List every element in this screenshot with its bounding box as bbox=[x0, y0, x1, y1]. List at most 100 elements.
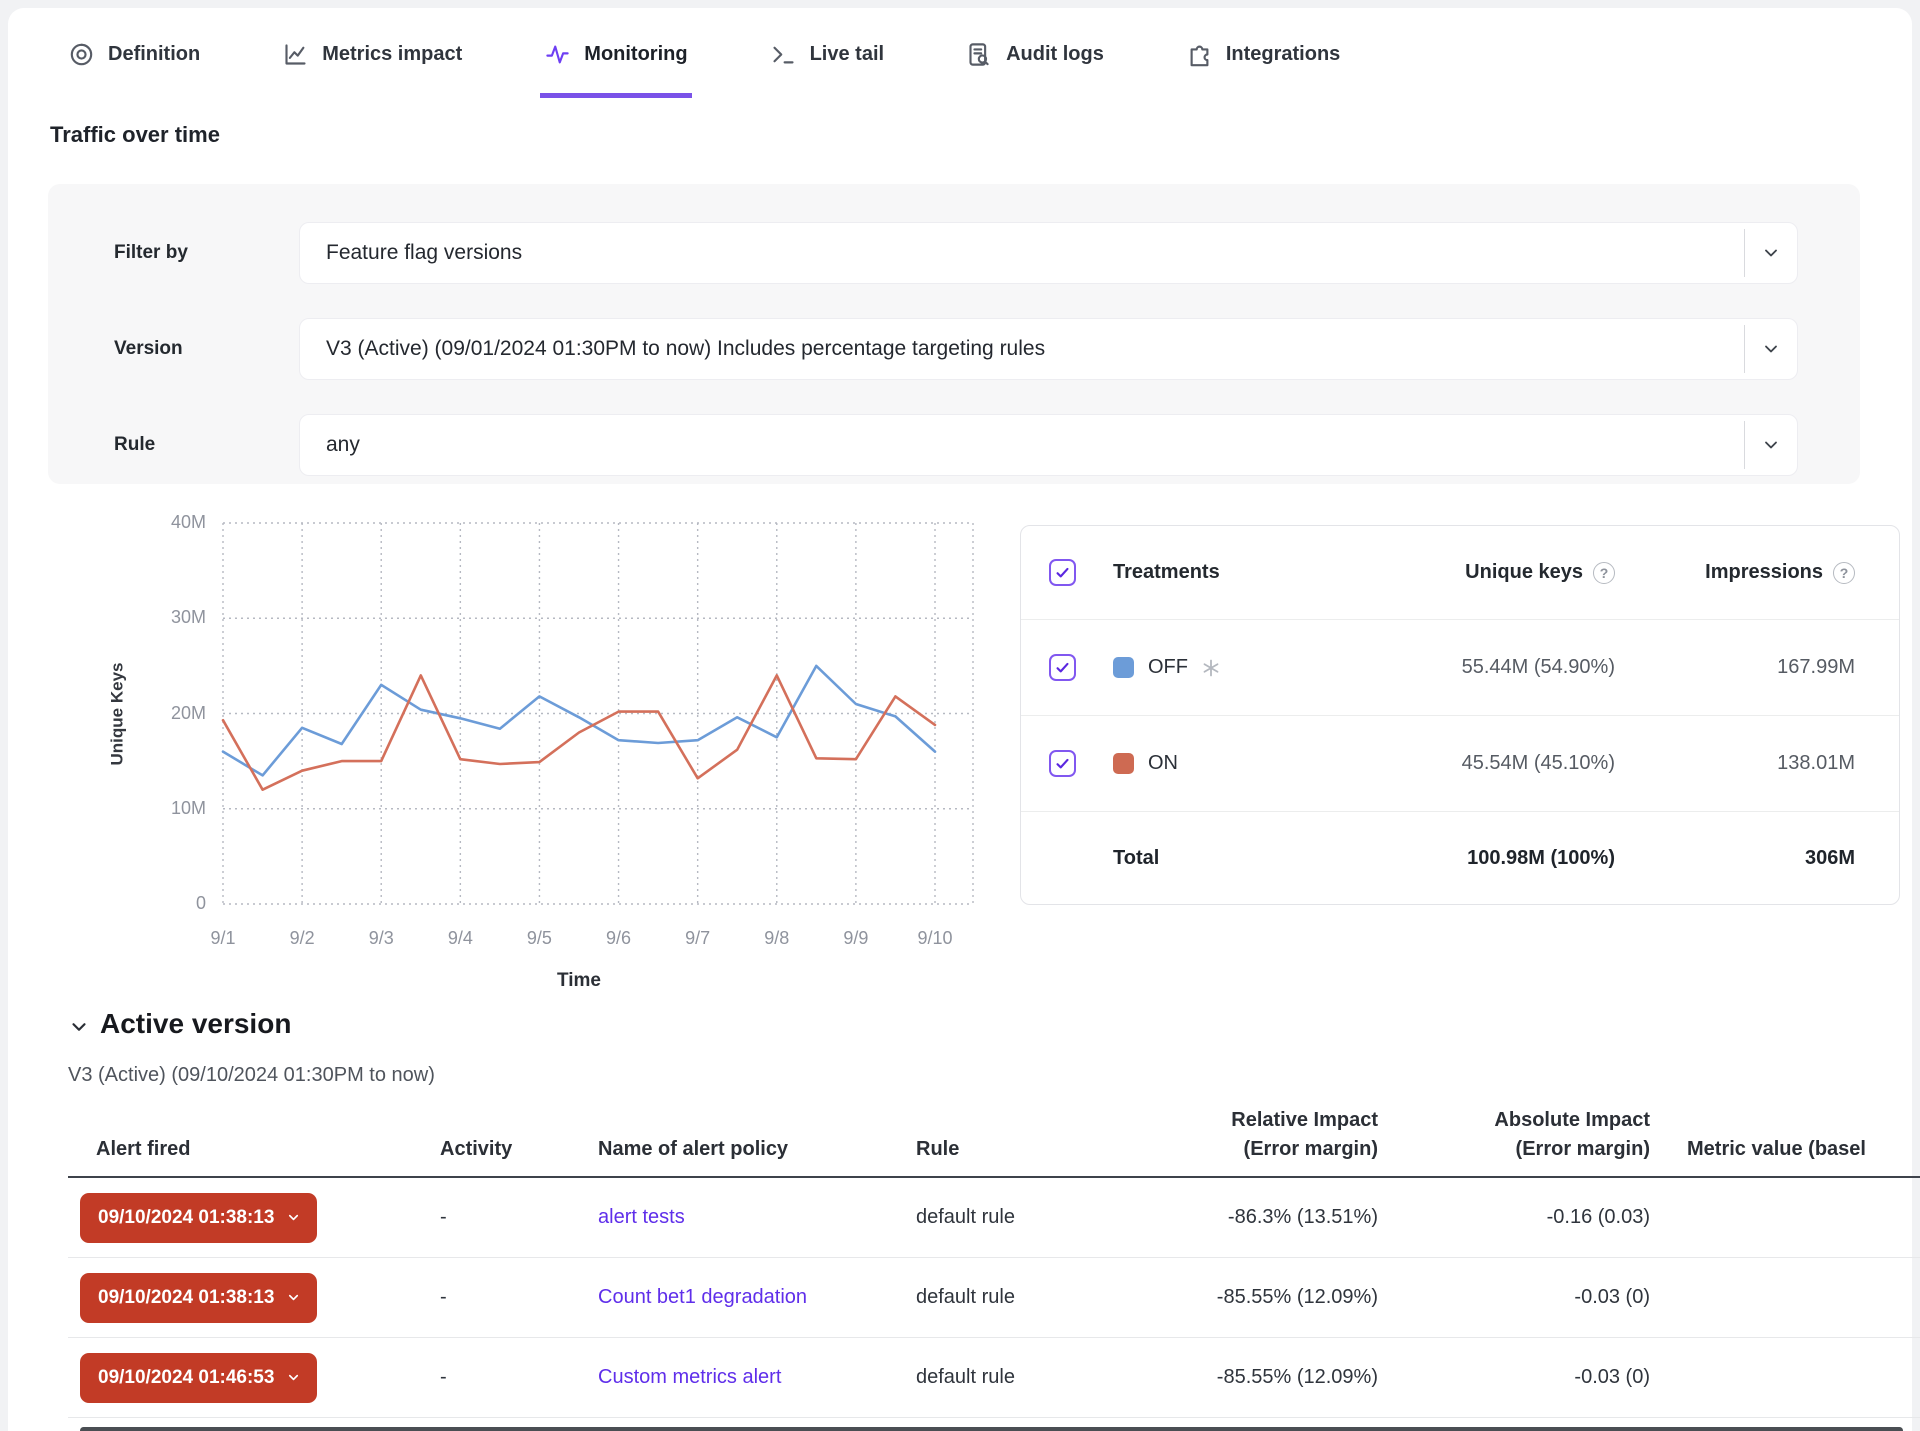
impressions-help-icon[interactable]: ? bbox=[1833, 562, 1855, 584]
total-unique-keys: 100.98M (100%) bbox=[1305, 847, 1615, 870]
active-version-header[interactable]: Active version bbox=[68, 1008, 291, 1040]
on-checkbox[interactable] bbox=[1049, 750, 1113, 777]
chevron-down-icon[interactable] bbox=[1745, 243, 1797, 263]
select-all-checkbox[interactable] bbox=[1049, 559, 1113, 586]
chevron-down-icon bbox=[286, 1370, 301, 1385]
alert-row: 09/10/2024 01:38:13 - alert tests defaul… bbox=[68, 1178, 1920, 1258]
total-label: Total bbox=[1113, 847, 1305, 870]
alert-activity: - bbox=[416, 1206, 574, 1229]
x-tick-label: 9/7 bbox=[685, 928, 710, 949]
tab-audit-logs[interactable]: Audit logs bbox=[962, 16, 1108, 98]
chevron-down-icon bbox=[286, 1210, 301, 1225]
page-card: Definition Metrics impact Monitoring Liv… bbox=[8, 8, 1912, 1431]
alert-policy-link[interactable]: Custom metrics alert bbox=[598, 1366, 781, 1388]
x-tick-label: 9/2 bbox=[290, 928, 315, 949]
col-absolute-impact: Absolute Impact(Error margin) bbox=[1378, 1106, 1650, 1164]
rule-label: Rule bbox=[114, 434, 299, 456]
tab-monitoring[interactable]: Monitoring bbox=[540, 16, 691, 98]
tab-integrations[interactable]: Integrations bbox=[1182, 16, 1344, 98]
frozen-asterisk-icon bbox=[1202, 659, 1220, 677]
metrics-impact-icon bbox=[282, 41, 309, 68]
rule-value: any bbox=[300, 433, 1744, 457]
col-rule: Rule bbox=[896, 1135, 1068, 1164]
y-tick-label: 0 bbox=[36, 893, 206, 914]
total-impressions: 306M bbox=[1615, 847, 1855, 870]
filter-by-label: Filter by bbox=[114, 242, 299, 264]
monitoring-page: Definition Metrics impact Monitoring Liv… bbox=[0, 0, 1920, 1431]
version-label: Version bbox=[114, 338, 299, 360]
alerts-header-row: Alert fired Activity Name of alert polic… bbox=[68, 1106, 1920, 1178]
x-axis-title: Time bbox=[223, 970, 935, 992]
alert-relative-impact: -85.55% (12.09%) bbox=[1068, 1286, 1378, 1309]
definition-icon bbox=[68, 41, 95, 68]
alert-relative-impact: -86.3% (13.51%) bbox=[1068, 1206, 1378, 1229]
alert-policy-link[interactable]: alert tests bbox=[598, 1206, 685, 1228]
alert-fired-button[interactable]: 09/10/2024 01:38:13 bbox=[80, 1273, 317, 1323]
treatment-name: OFF bbox=[1148, 656, 1188, 679]
page-title: Traffic over time bbox=[50, 122, 220, 148]
alert-policy-link[interactable]: Count bet1 degradation bbox=[598, 1286, 807, 1308]
tab-label: Definition bbox=[108, 43, 200, 66]
monitoring-icon bbox=[544, 41, 571, 68]
audit-logs-icon bbox=[966, 41, 993, 68]
tab-label: Audit logs bbox=[1006, 43, 1104, 66]
tab-label: Live tail bbox=[810, 43, 884, 66]
tab-label: Monitoring bbox=[584, 43, 687, 66]
alert-rule: default rule bbox=[896, 1206, 1068, 1229]
col-relative-impact: Relative Impact(Error margin) bbox=[1068, 1106, 1378, 1164]
treatments-column-header: Treatments bbox=[1113, 561, 1305, 584]
treatments-card: Treatments Unique keys? Impressions? OFF… bbox=[1020, 525, 1900, 905]
y-tick-label: 30M bbox=[36, 607, 206, 628]
alert-fired-button[interactable]: 09/10/2024 01:46:53 bbox=[80, 1353, 317, 1403]
off-series-swatch bbox=[1113, 657, 1134, 678]
tab-live-tail[interactable]: Live tail bbox=[766, 16, 888, 98]
tab-label: Integrations bbox=[1226, 43, 1340, 66]
off-unique-keys: 55.44M (54.90%) bbox=[1305, 656, 1615, 679]
col-activity: Activity bbox=[416, 1135, 574, 1164]
alert-activity: - bbox=[416, 1366, 574, 1389]
x-tick-label: 9/3 bbox=[369, 928, 394, 949]
tab-definition[interactable]: Definition bbox=[64, 16, 204, 98]
alert-metric-value: 0.19 ( bbox=[1650, 1206, 1920, 1229]
alert-rule: default rule bbox=[896, 1286, 1068, 1309]
x-tick-label: 9/1 bbox=[210, 928, 235, 949]
treatment-row-off: OFF 55.44M (54.90%) 167.99M bbox=[1021, 620, 1899, 716]
collapse-chevron-icon[interactable] bbox=[68, 1016, 90, 1038]
filter-by-select[interactable]: Feature flag versions bbox=[299, 222, 1798, 284]
col-alert-fired: Alert fired bbox=[68, 1135, 416, 1164]
alert-row: 09/10/2024 01:38:13 - Count bet1 degrada… bbox=[68, 1258, 1920, 1338]
tab-bar: Definition Metrics impact Monitoring Liv… bbox=[8, 16, 1904, 98]
horizontal-scrollbar[interactable] bbox=[80, 1427, 1903, 1431]
off-checkbox[interactable] bbox=[1049, 654, 1113, 681]
alert-absolute-impact: -0.16 (0.03) bbox=[1378, 1206, 1650, 1229]
alert-row: 09/10/2024 01:46:53 - Custom metrics ale… bbox=[68, 1338, 1920, 1418]
alert-absolute-impact: -0.03 (0) bbox=[1378, 1366, 1650, 1389]
alert-rule: default rule bbox=[896, 1366, 1068, 1389]
alert-fired-button[interactable]: 09/10/2024 01:38:13 bbox=[80, 1193, 317, 1243]
tab-metrics-impact[interactable]: Metrics impact bbox=[278, 16, 466, 98]
chevron-down-icon[interactable] bbox=[1745, 339, 1797, 359]
treatment-row-on: ON 45.54M (45.10%) 138.01M bbox=[1021, 716, 1899, 812]
x-tick-label: 9/9 bbox=[843, 928, 868, 949]
x-tick-label: 9/4 bbox=[448, 928, 473, 949]
filter-row-version: Version V3 (Active) (09/01/2024 01:30PM … bbox=[48, 318, 1860, 380]
on-unique-keys: 45.54M (45.10%) bbox=[1305, 752, 1615, 775]
unique-keys-help-icon[interactable]: ? bbox=[1593, 562, 1615, 584]
treatments-header-row: Treatments Unique keys? Impressions? bbox=[1021, 526, 1899, 620]
version-select[interactable]: V3 (Active) (09/01/2024 01:30PM to now) … bbox=[299, 318, 1798, 380]
x-tick-label: 9/6 bbox=[606, 928, 631, 949]
y-tick-label: 20M bbox=[36, 703, 206, 724]
rule-select[interactable]: any bbox=[299, 414, 1798, 476]
impressions-column-header: Impressions bbox=[1705, 561, 1823, 584]
tab-label: Metrics impact bbox=[322, 43, 462, 66]
on-series-swatch bbox=[1113, 753, 1134, 774]
on-impressions: 138.01M bbox=[1615, 752, 1855, 775]
alert-metric-value: 0.03 ( bbox=[1650, 1366, 1920, 1389]
alert-activity: - bbox=[416, 1286, 574, 1309]
chevron-down-icon[interactable] bbox=[1745, 435, 1797, 455]
filter-by-value: Feature flag versions bbox=[300, 241, 1744, 265]
alert-absolute-impact: -0.03 (0) bbox=[1378, 1286, 1650, 1309]
x-tick-label: 9/10 bbox=[917, 928, 952, 949]
active-version-title: Active version bbox=[100, 1008, 291, 1040]
chevron-down-icon bbox=[286, 1290, 301, 1305]
